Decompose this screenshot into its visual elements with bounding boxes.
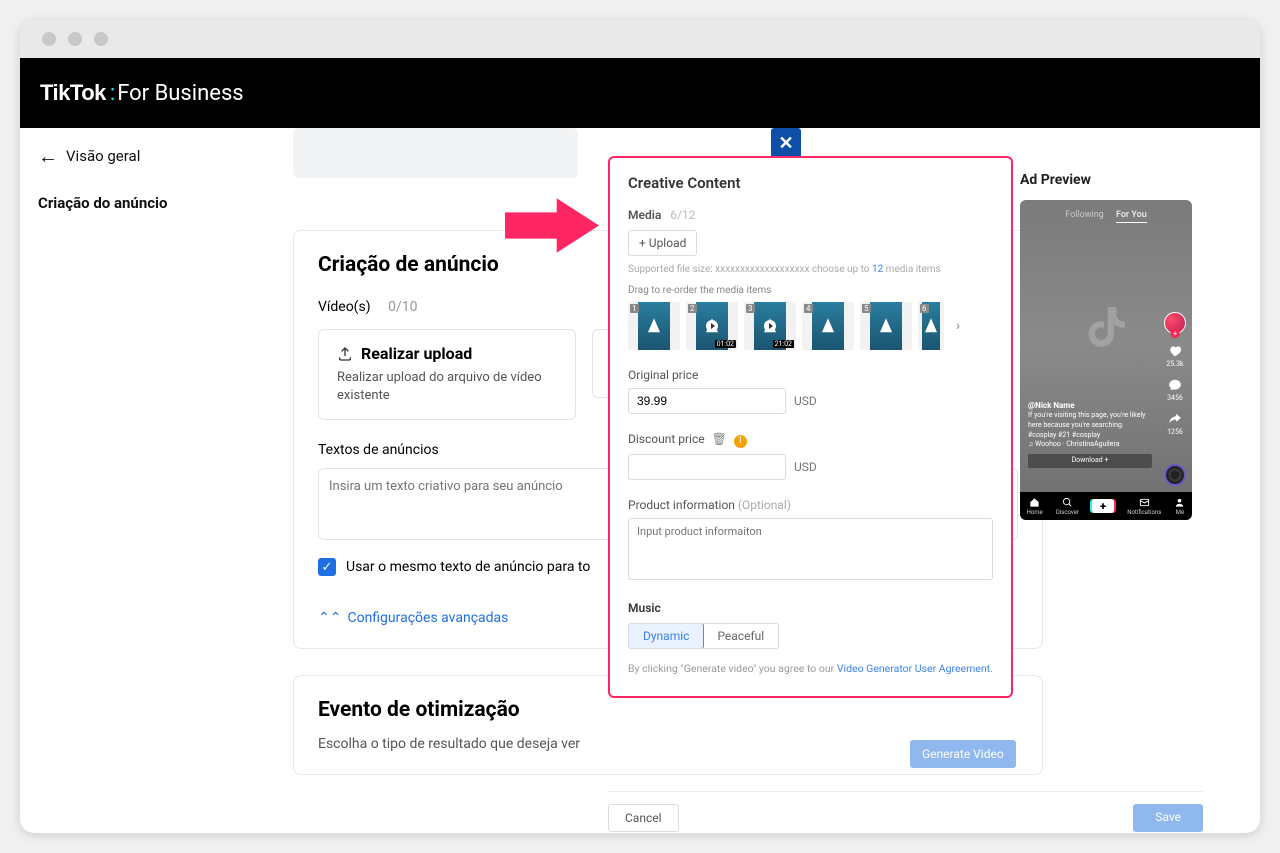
music-label: Music [628,601,993,615]
media-thumb[interactable]: 6 [918,302,944,350]
tab-following[interactable]: Following [1065,210,1104,220]
preview-title: Ad Preview [1020,172,1210,188]
chevron-up-icon: ⌃⌃ [318,610,341,626]
warning-icon: ! [734,435,747,448]
share-button[interactable]: 1256 [1167,412,1183,436]
window-controls [20,20,1260,58]
media-thumb[interactable]: 321:02 [744,302,796,350]
card-title: Evento de otimização [318,698,1018,722]
nav-discover[interactable]: Discover [1056,497,1079,516]
media-thumb[interactable]: 201:02 [686,302,738,350]
videos-label: Vídeo(s) [318,299,371,315]
chevron-right-icon[interactable]: › [950,302,966,350]
currency-label: USD [794,460,817,474]
checkbox-checked-icon: ✓ [318,558,336,576]
music-tab-dynamic[interactable]: Dynamic [628,623,704,649]
upload-option-card[interactable]: Realizar upload Realizar upload do arqui… [318,329,576,420]
advanced-label: Configurações avançadas [347,610,508,626]
upload-icon [337,346,353,362]
brand-suffix: :For Business [108,81,244,106]
upload-title: Realizar upload [361,344,472,363]
tab-for-you[interactable]: For You [1116,210,1147,223]
video-description: If you're visiting this page, you're lik… [1028,411,1152,440]
nickname[interactable]: @Nick Name [1028,400,1152,411]
avatar-icon[interactable] [1164,312,1186,334]
trash-icon[interactable]: 🗑 [712,432,727,446]
discount-price-input[interactable] [628,454,786,480]
media-count: 6/12 [670,208,695,222]
reorder-label: Drag to re-order the media items [628,285,993,296]
original-price-input[interactable] [628,388,786,414]
media-label: Media [628,208,661,222]
media-thumb[interactable]: 4 [802,302,854,350]
creative-content-panel: Creative Content Media 6/12 + Upload Sup… [608,156,1013,698]
left-sidebar: ← Visão geral Criação do anúncio [20,128,268,833]
comment-button[interactable]: 3456 [1167,378,1183,402]
ad-preview-section: Ad Preview Following For You 25.3k [1020,156,1210,520]
brand-logo: TikTok [40,80,106,106]
window-dot [68,32,82,46]
window-dot [94,32,108,46]
placeholder-block [293,128,578,178]
videos-count: 0/10 [388,299,417,315]
top-bar: TikTok :For Business [20,58,1260,128]
like-button[interactable]: 25.3k [1166,344,1183,368]
close-button[interactable]: ✕ [771,128,801,158]
nav-create[interactable]: + [1092,499,1114,513]
nav-inbox[interactable]: Notifications [1127,497,1161,516]
tiktok-logo-icon [1082,303,1130,353]
product-info-label: Product information (Optional) [628,498,993,512]
back-link[interactable]: ← Visão geral [38,146,258,166]
save-button[interactable]: Save [1133,804,1203,832]
sidebar-item-active[interactable]: Criação do anúncio [38,194,258,212]
nav-home[interactable]: Home [1027,497,1043,516]
original-price-label: Original price [628,368,993,382]
music-disc-icon[interactable] [1164,464,1186,486]
product-info-input[interactable] [628,518,993,580]
window-dot [42,32,56,46]
footer-actions: Cancel Save [608,791,1203,832]
agreement-text: By clicking "Generate video" you agree t… [628,661,993,677]
music-label[interactable]: ♫ Woohoo · ChristinaAguilera [1028,440,1152,450]
media-thumb[interactable]: 5 [860,302,912,350]
panel-title: Creative Content [628,174,993,192]
phone-mock: Following For You 25.3k 3456 [1020,200,1192,520]
generate-video-button[interactable]: Generate Video [910,740,1016,768]
phone-nav: Home Discover + Notifications Me [1020,492,1192,520]
media-thumb[interactable]: 1 [628,302,680,350]
nav-me[interactable]: Me [1174,497,1185,516]
back-label: Visão geral [66,147,140,165]
media-thumbnails: 1 201:02 321:02 4 5 6 › [628,302,993,350]
music-tabs: Dynamic Peaceful [628,623,779,649]
currency-label: USD [794,394,817,408]
pointer-arrow-icon [505,198,599,253]
support-text: Supported file size: xxxxxxxxxxxxxxxxxxx… [628,264,993,275]
video-meta: @Nick Name If you're visiting this page,… [1028,400,1152,468]
upload-button[interactable]: + Upload [628,230,697,256]
discount-price-label: Discount price 🗑 ! [628,432,993,448]
close-icon: ✕ [778,133,793,154]
arrow-left-icon: ← [38,146,58,166]
agreement-link[interactable]: Video Generator User Agreement [837,662,990,675]
upload-subtitle: Realizar upload do arquivo de vídeo exis… [337,369,557,405]
music-tab-peaceful[interactable]: Peaceful [703,624,778,648]
download-button[interactable]: Download + [1028,454,1152,468]
cancel-button[interactable]: Cancel [608,804,679,832]
checkbox-label: Usar o mesmo texto de anúncio para to [346,559,590,575]
